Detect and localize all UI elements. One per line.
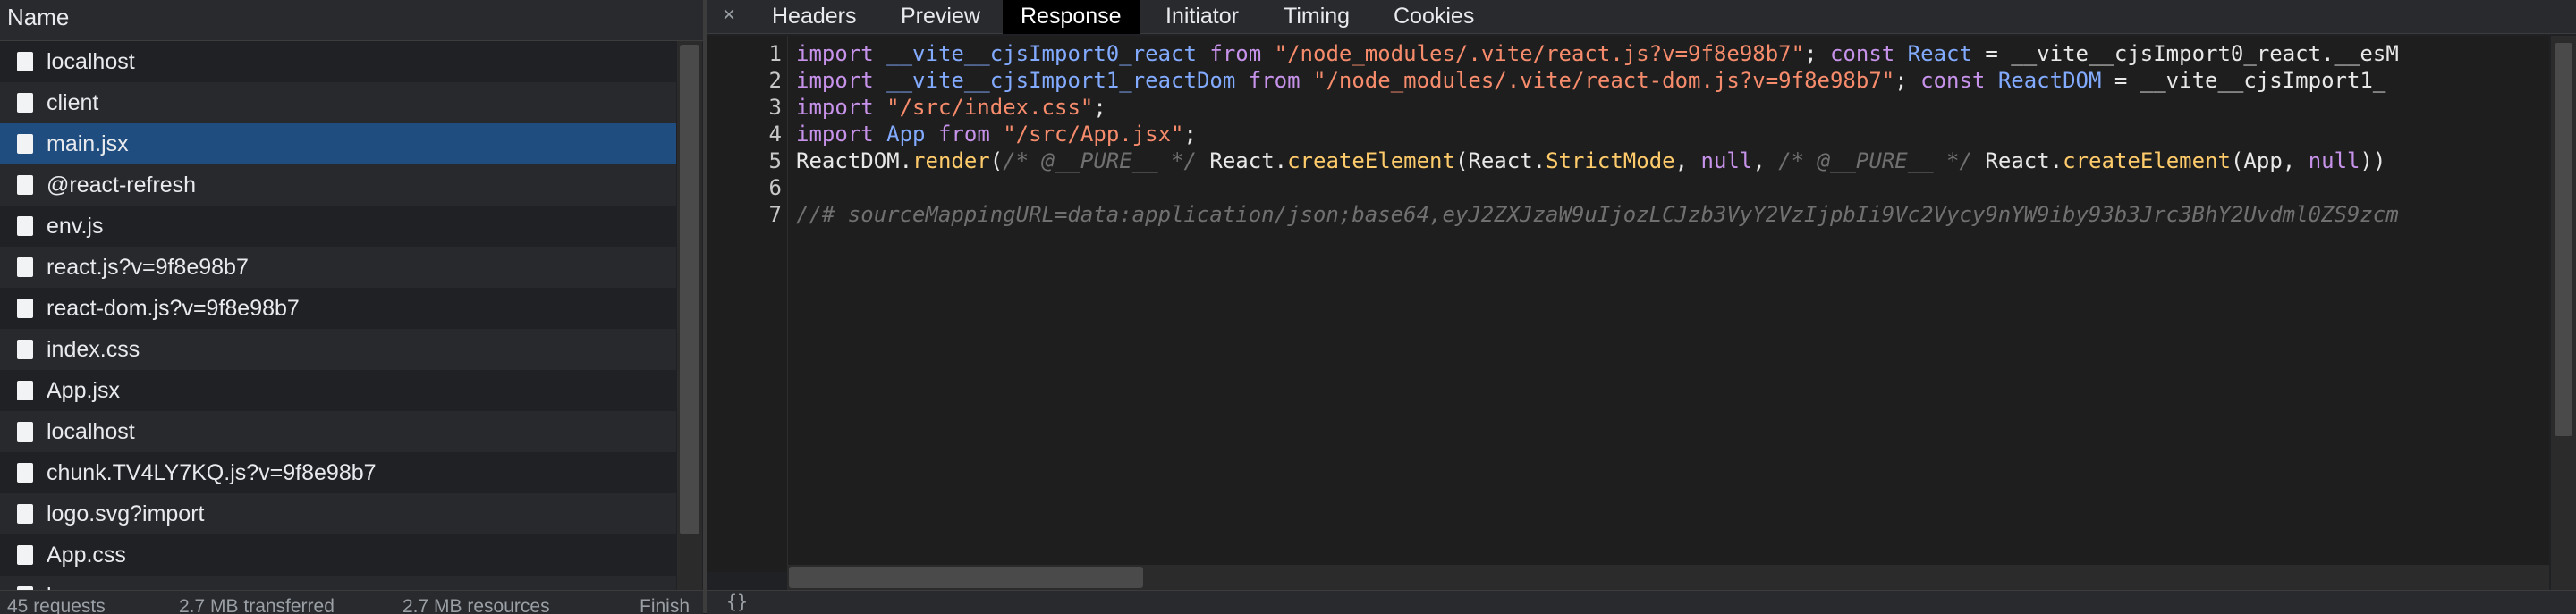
request-name: react-dom.js?v=9f8e98b7 xyxy=(47,296,300,321)
line-number: 3 xyxy=(768,95,782,120)
network-summary-bar: 45 requests 2.7 MB transferred 2.7 MB re… xyxy=(0,590,703,614)
request-name: l... xyxy=(47,576,70,590)
line-number: 5 xyxy=(768,148,782,173)
line-number-gutter: 1234567 xyxy=(707,36,788,572)
tab-headers[interactable]: Headers xyxy=(772,0,857,34)
file-icon xyxy=(17,52,33,71)
file-icon xyxy=(17,134,33,154)
request-row[interactable]: env.js xyxy=(0,206,676,247)
request-row[interactable]: index.css xyxy=(0,329,676,370)
request-row[interactable]: react.js?v=9f8e98b7 xyxy=(0,247,676,288)
file-icon xyxy=(17,463,33,483)
code-line: //# sourceMappingURL=data:application/js… xyxy=(796,202,2399,227)
resources-size: 2.7 MB resources xyxy=(402,596,550,614)
request-name: @react-refresh xyxy=(47,172,197,198)
request-detail-panel: × Headers Preview Response Initiator Tim… xyxy=(707,0,2576,614)
request-name: env.js xyxy=(47,214,104,239)
request-name: client xyxy=(47,90,99,115)
request-row[interactable]: l... xyxy=(0,576,676,590)
line-number: 4 xyxy=(768,122,782,147)
file-icon xyxy=(17,93,33,113)
line-number: 1 xyxy=(768,41,782,66)
file-icon xyxy=(17,504,33,524)
request-row[interactable]: localhost xyxy=(0,41,676,82)
code-line: import App from "/src/App.jsx"; xyxy=(796,122,1197,147)
request-name: App.css xyxy=(47,543,126,568)
request-list-scroll-thumb[interactable] xyxy=(680,45,699,534)
request-row[interactable]: App.css xyxy=(0,534,676,576)
source-footer-bar: {} xyxy=(707,590,2576,614)
tab-timing[interactable]: Timing xyxy=(1284,0,1350,34)
file-icon xyxy=(17,381,33,400)
request-list-scrollbar[interactable] xyxy=(677,41,702,590)
file-icon xyxy=(17,422,33,442)
tab-cookies[interactable]: Cookies xyxy=(1394,0,1474,34)
code-line: import __vite__cjsImport0_react from "/n… xyxy=(796,41,2399,66)
tab-preview[interactable]: Preview xyxy=(901,0,980,34)
request-name: chunk.TV4LY7KQ.js?v=9f8e98b7 xyxy=(47,460,377,485)
request-list: localhost client main.jsx @react-refresh env… xyxy=(0,41,676,590)
line-number: 7 xyxy=(768,202,782,227)
request-row[interactable]: react-dom.js?v=9f8e98b7 xyxy=(0,288,676,329)
source-horizontal-scrollbar[interactable] xyxy=(787,565,2549,590)
file-icon xyxy=(17,545,33,565)
file-icon xyxy=(17,340,33,359)
file-icon xyxy=(17,175,33,195)
line-number: 6 xyxy=(768,175,782,200)
file-icon xyxy=(17,257,33,277)
network-request-list-panel: Name localhost client main.jsx @react-refre… xyxy=(0,0,703,614)
code-line: import "/src/index.css"; xyxy=(796,95,1106,120)
finish-time: Finish xyxy=(640,596,691,614)
detail-tab-bar: × Headers Preview Response Initiator Tim… xyxy=(707,0,2576,34)
request-row[interactable]: logo.svg?import xyxy=(0,493,676,534)
request-row[interactable]: localhost xyxy=(0,411,676,452)
request-row[interactable]: main.jsx xyxy=(0,123,676,164)
request-name: localhost xyxy=(47,49,135,74)
request-row[interactable]: chunk.TV4LY7KQ.js?v=9f8e98b7 xyxy=(0,452,676,493)
source-vertical-scrollbar[interactable] xyxy=(2551,36,2576,590)
response-source-viewer[interactable]: 1234567 import __vite__cjsImport0_react … xyxy=(707,36,2549,572)
request-name: react.js?v=9f8e98b7 xyxy=(47,255,249,280)
requests-count: 45 requests xyxy=(7,596,106,614)
source-horizontal-scroll-thumb[interactable] xyxy=(789,567,1143,588)
request-name: main.jsx xyxy=(47,131,129,156)
request-name: localhost xyxy=(47,419,135,444)
file-icon xyxy=(17,216,33,236)
tab-initiator[interactable]: Initiator xyxy=(1165,0,1239,34)
pretty-print-button[interactable]: {} xyxy=(726,591,748,612)
line-number: 2 xyxy=(768,68,782,93)
file-icon xyxy=(17,299,33,318)
request-row[interactable]: client xyxy=(0,82,676,123)
request-name: App.jsx xyxy=(47,378,120,403)
name-column-label: Name xyxy=(7,4,70,30)
request-row[interactable]: App.jsx xyxy=(0,370,676,411)
tab-response[interactable]: Response xyxy=(1003,0,1140,34)
transferred-size: 2.7 MB transferred xyxy=(179,596,335,614)
request-name: index.css xyxy=(47,337,140,362)
code-line: import __vite__cjsImport1_reactDom from … xyxy=(796,68,2386,93)
request-row[interactable]: @react-refresh xyxy=(0,164,676,206)
code-line: ReactDOM.render(/* @__PURE__ */ React.cr… xyxy=(796,148,2386,173)
name-column-header[interactable]: Name xyxy=(0,0,703,41)
request-name: logo.svg?import xyxy=(47,501,205,526)
close-icon[interactable]: × xyxy=(723,0,735,30)
source-vertical-scroll-thumb[interactable] xyxy=(2555,43,2572,436)
